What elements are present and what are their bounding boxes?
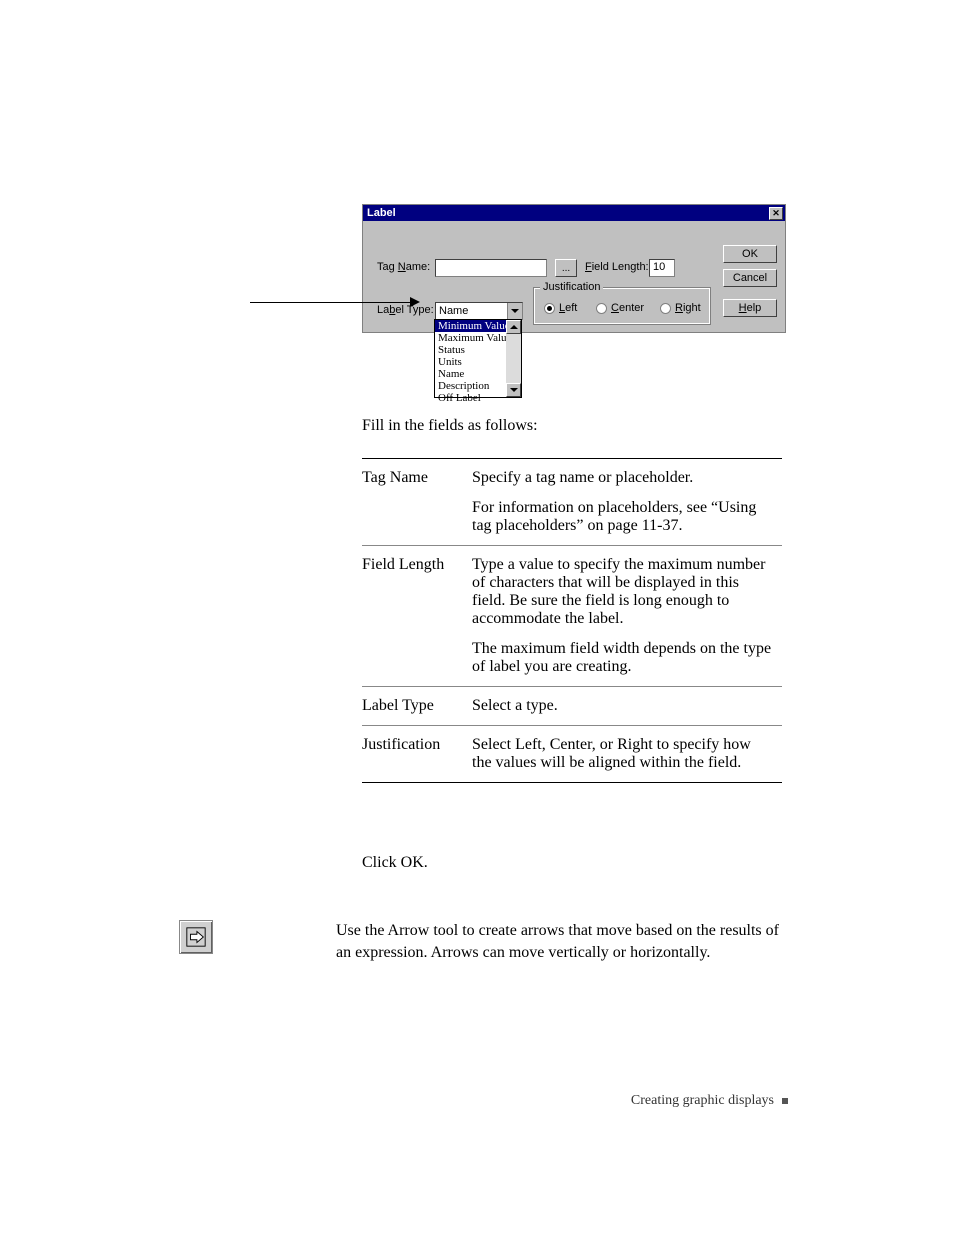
justify-center-radio[interactable]: Center: [596, 302, 644, 314]
tag-name-input[interactable]: [435, 259, 547, 277]
dialog-title: Label: [367, 207, 396, 219]
dropdown-scrollbar[interactable]: [506, 320, 521, 397]
arrow-right-icon: [410, 297, 420, 307]
justify-right-radio[interactable]: Right: [660, 302, 701, 314]
dialog-body: Tag Name: ... Field Length: 10 Label Typ…: [363, 221, 785, 332]
field-name: Label Type: [362, 687, 472, 726]
dialog-titlebar: Label ✕: [363, 205, 785, 221]
field-desc: Type a value to specify the maximum numb…: [472, 546, 782, 687]
chevron-up-icon: [510, 325, 518, 329]
field-name: Justification: [362, 726, 472, 783]
page-footer: Creating graphic displays: [0, 1093, 788, 1109]
chevron-down-icon: [510, 388, 518, 392]
ok-button[interactable]: OK: [723, 245, 777, 263]
chevron-down-icon: [511, 309, 519, 313]
table-row: Field Length Type a value to specify the…: [362, 546, 782, 687]
label-type-dropdown[interactable]: Minimum Value Maximum Value Status Units…: [434, 319, 522, 398]
table-row: Label Type Select a type.: [362, 687, 782, 726]
field-length-input[interactable]: 10: [649, 259, 675, 277]
label-dialog: Label ✕ Tag Name: ... Field Length: 10 L…: [362, 204, 786, 333]
field-name: Tag Name: [362, 459, 472, 546]
cancel-button[interactable]: Cancel: [723, 269, 777, 287]
field-desc: Specify a tag name or placeholder. For i…: [472, 459, 782, 546]
tag-name-label: Tag Name:: [377, 261, 430, 273]
intro-text: Fill in the fields as follows:: [362, 415, 538, 437]
label-type-combo[interactable]: Name: [435, 302, 523, 320]
field-table: Tag Name Specify a tag name or placehold…: [362, 458, 782, 783]
scroll-down-button[interactable]: [506, 383, 521, 397]
arrow-tool-icon: [179, 920, 213, 954]
field-length-label: Field Length:: [585, 261, 649, 273]
arrow-text: Use the Arrow tool to create arrows that…: [336, 920, 796, 965]
click-ok-text: Click OK.: [362, 852, 428, 874]
close-icon: ✕: [772, 208, 780, 219]
field-name: Field Length: [362, 546, 472, 687]
table-row: Justification Select Left, Center, or Ri…: [362, 726, 782, 783]
field-desc: Select a type.: [472, 687, 782, 726]
justification-group: Justification Left Center Right: [533, 287, 711, 325]
field-desc: Select Left, Center, or Right to specify…: [472, 726, 782, 783]
close-button[interactable]: ✕: [769, 207, 783, 220]
table-row: Tag Name Specify a tag name or placehold…: [362, 459, 782, 546]
radio-icon: [596, 303, 607, 314]
justify-left-radio[interactable]: Left: [544, 302, 577, 314]
justification-legend: Justification: [540, 281, 603, 293]
scroll-up-button[interactable]: [506, 320, 521, 334]
browse-button[interactable]: ...: [555, 259, 577, 277]
help-button[interactable]: Help: [723, 299, 777, 317]
callout-arrow: [250, 294, 420, 310]
footer-bullet-icon: [782, 1098, 788, 1104]
footer-text: Creating graphic displays: [631, 1093, 774, 1109]
arrow-icon: [185, 926, 207, 948]
label-type-value: Name: [439, 305, 468, 317]
radio-icon: [544, 303, 555, 314]
combo-dropdown-button[interactable]: [507, 303, 522, 319]
radio-icon: [660, 303, 671, 314]
